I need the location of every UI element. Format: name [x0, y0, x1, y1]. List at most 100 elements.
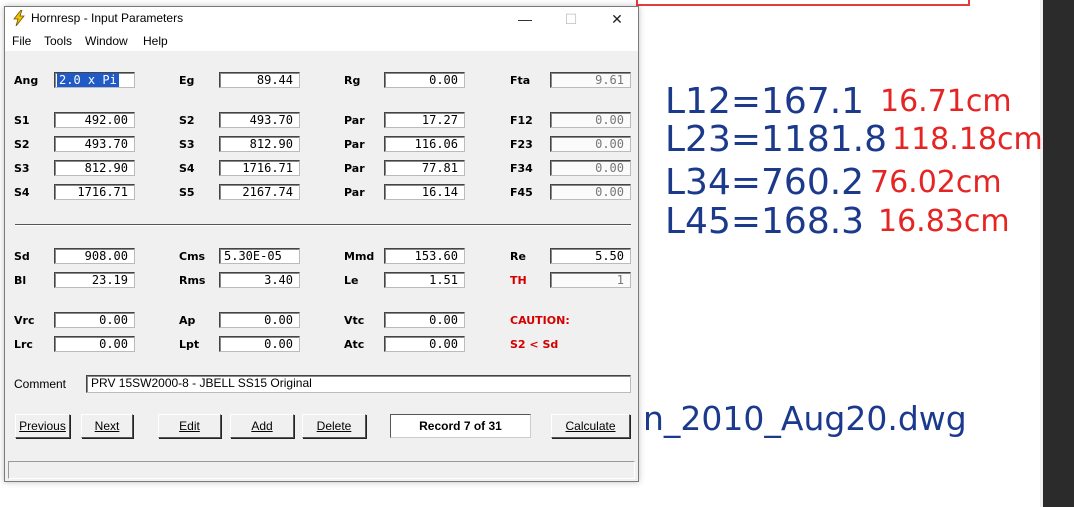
label-par: Par [344, 162, 365, 175]
label-s5: S5 [179, 186, 195, 199]
menu-file[interactable]: File [12, 34, 31, 48]
label-vrc: Vrc [14, 314, 35, 327]
field-s4[interactable]: 1716.71 [54, 184, 135, 200]
label-ang: Ang [14, 74, 39, 87]
label-s3: S3 [14, 162, 30, 175]
dark-side-panel [1043, 0, 1074, 507]
section-divider [15, 224, 631, 226]
lightning-icon [13, 10, 25, 26]
label-f12: F12 [510, 114, 533, 127]
label-bl: Bl [14, 274, 27, 287]
label-s3: S3 [179, 138, 195, 151]
field-eg[interactable]: 89.44 [219, 72, 300, 88]
length-l23: L23=1181.8 [665, 119, 887, 160]
field-s2[interactable]: 493.70 [54, 136, 135, 152]
field-s4[interactable]: 1716.71 [219, 160, 300, 176]
title-bar[interactable]: Hornresp - Input Parameters — ☐ ✕ [5, 7, 638, 31]
length-l34: L34=760.2 [665, 162, 865, 203]
label-s4: S4 [14, 186, 30, 199]
label-par: Par [344, 186, 365, 199]
menu-bar: File Tools Window Help [5, 31, 638, 51]
field-vrc[interactable]: 0.00 [54, 312, 135, 328]
length-l12: L12=167.1 [665, 81, 865, 122]
field-s2[interactable]: 493.70 [219, 112, 300, 128]
menu-tools[interactable]: Tools [44, 34, 72, 48]
label-s2: S2 [179, 114, 195, 127]
record-indicator: Record 7 of 31 [390, 414, 531, 438]
field-bl[interactable]: 23.19 [54, 272, 135, 288]
close-button[interactable]: ✕ [594, 7, 640, 31]
hornresp-window: Hornresp - Input Parameters — ☐ ✕ File T… [4, 6, 639, 482]
field-fta[interactable]: 9.61 [550, 72, 631, 88]
field-atc[interactable]: 0.00 [384, 336, 465, 352]
cm-l12: 16.71cm [880, 84, 1012, 119]
menu-help[interactable]: Help [143, 34, 168, 48]
label-s4: S4 [179, 162, 195, 175]
label-sd: Sd [14, 250, 30, 263]
field-f45[interactable]: 0.00 [550, 184, 631, 200]
menu-window[interactable]: Window [85, 34, 128, 48]
field-par[interactable]: 17.27 [384, 112, 465, 128]
label-th: TH [510, 274, 527, 287]
field-par[interactable]: 77.81 [384, 160, 465, 176]
field-s3[interactable]: 812.90 [219, 136, 300, 152]
field-f12[interactable]: 0.00 [550, 112, 631, 128]
label-vtc: Vtc [344, 314, 365, 327]
label-par: Par [344, 114, 365, 127]
label-rms: Rms [179, 274, 206, 287]
label-rg: Rg [344, 74, 361, 87]
minimize-button[interactable]: — [502, 7, 548, 31]
label-lrc: Lrc [14, 338, 33, 351]
label-le: Le [344, 274, 359, 287]
cm-l45: 16.83cm [878, 204, 1010, 239]
field-f34[interactable]: 0.00 [550, 160, 631, 176]
field-par[interactable]: 116.06 [384, 136, 465, 152]
field-lrc[interactable]: 0.00 [54, 336, 135, 352]
label-cms: Cms [179, 250, 206, 263]
field-par[interactable]: 16.14 [384, 184, 465, 200]
label-eg: Eg [179, 74, 195, 87]
label-par: Par [344, 138, 365, 151]
label-atc: Atc [344, 338, 365, 351]
previous-button[interactable]: Previous [15, 414, 70, 438]
cm-l34: 76.02cm [870, 165, 1002, 200]
edit-button[interactable]: Edit [158, 414, 221, 438]
field-lpt[interactable]: 0.00 [219, 336, 300, 352]
field-s3[interactable]: 812.90 [54, 160, 135, 176]
field-f23[interactable]: 0.00 [550, 136, 631, 152]
label-mmd: Mmd [344, 250, 375, 263]
label-s2: S2 [14, 138, 30, 151]
selected-text: 2.0 x Pi [57, 73, 119, 87]
field-ang[interactable]: 2.0 x Pi [54, 72, 135, 88]
field-s5[interactable]: 2167.74 [219, 184, 300, 200]
field-mmd[interactable]: 153.60 [384, 248, 465, 264]
label-f34: F34 [510, 162, 533, 175]
maximize-button[interactable]: ☐ [548, 7, 594, 31]
label-f45: F45 [510, 186, 533, 199]
window-title: Hornresp - Input Parameters [31, 11, 184, 25]
field-rg[interactable]: 0.00 [384, 72, 465, 88]
field-rms[interactable]: 3.40 [219, 272, 300, 288]
field-re[interactable]: 5.50 [550, 248, 631, 264]
status-bar [8, 461, 635, 479]
label-ap: Ap [179, 314, 196, 327]
field-s1[interactable]: 492.00 [54, 112, 135, 128]
field-cms[interactable]: 5.30E-05 [219, 248, 300, 264]
field-sd[interactable]: 908.00 [54, 248, 135, 264]
field-vtc[interactable]: 0.00 [384, 312, 465, 328]
field-ap[interactable]: 0.00 [219, 312, 300, 328]
red-annotation-frame [636, 0, 970, 6]
label-fta: Fta [510, 74, 531, 87]
add-button[interactable]: Add [230, 414, 294, 438]
next-button[interactable]: Next [81, 414, 133, 438]
delete-button[interactable]: Delete [302, 414, 366, 438]
field-le[interactable]: 1.51 [384, 272, 465, 288]
label-re: Re [510, 250, 526, 263]
label-s1: S1 [14, 114, 30, 127]
calculate-button[interactable]: Calculate [551, 414, 630, 438]
field-th[interactable]: 1 [550, 272, 631, 288]
comment-field[interactable]: PRV 15SW2000-8 - JBELL SS15 Original [86, 375, 631, 393]
length-l45: L45=168.3 [665, 201, 865, 242]
cm-l23: 118.18cm [892, 122, 1043, 157]
dwg-filename: n_2010_Aug20.dwg [643, 399, 967, 438]
